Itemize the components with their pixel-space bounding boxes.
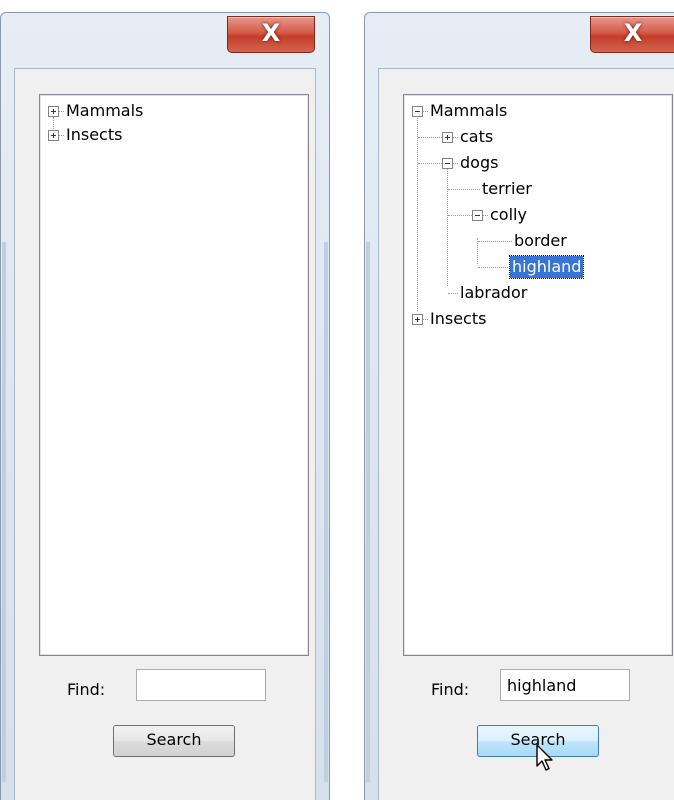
tree-node-label: Mammals [66, 101, 144, 120]
tree-view[interactable]: Mammals cats dogs terrier colly border h… [403, 94, 673, 656]
expand-plus-icon[interactable] [48, 130, 59, 141]
tree-node-label: dogs [460, 153, 499, 172]
expand-plus-icon[interactable] [48, 106, 59, 117]
tree-node-label: Mammals [430, 101, 508, 120]
tree-view[interactable]: Mammals Insects [39, 94, 309, 656]
tree-node-label-selected: highland [508, 255, 585, 279]
expand-plus-icon[interactable] [412, 314, 423, 325]
close-button[interactable]: X [590, 16, 674, 53]
frame-edge [366, 242, 370, 782]
mouse-cursor-icon [536, 744, 553, 771]
close-button[interactable]: X [227, 16, 315, 53]
expand-plus-icon[interactable] [442, 132, 453, 143]
find-label: Find: [431, 680, 470, 699]
collapse-minus-icon[interactable] [412, 106, 423, 117]
search-button[interactable]: Search [113, 725, 235, 757]
tree-node-label: cats [460, 127, 494, 146]
tree-node-label: colly [490, 205, 527, 224]
find-label: Find: [67, 680, 106, 699]
frame-edge [2, 242, 6, 782]
tree-node-label: Insects [66, 125, 123, 144]
find-input[interactable] [136, 669, 266, 701]
collapse-minus-icon[interactable] [442, 158, 453, 169]
tree-node-label: labrador [460, 283, 528, 302]
tree-node-label: border [514, 231, 567, 250]
frame-edge [324, 242, 328, 782]
close-icon: X [261, 19, 281, 47]
left-window: X Mammals Insects Find: Search [0, 12, 330, 800]
tree-node-label: Insects [430, 309, 487, 328]
collapse-minus-icon[interactable] [472, 210, 483, 221]
client-area: Mammals Insects Find: Search [14, 68, 316, 800]
client-area: Mammals cats dogs terrier colly border h… [378, 68, 674, 800]
tree-node-label: terrier [482, 179, 532, 198]
find-input[interactable] [500, 669, 630, 701]
close-icon: X [623, 19, 643, 47]
right-window: X Mammals cats dogs terrier colly border… [364, 12, 674, 800]
